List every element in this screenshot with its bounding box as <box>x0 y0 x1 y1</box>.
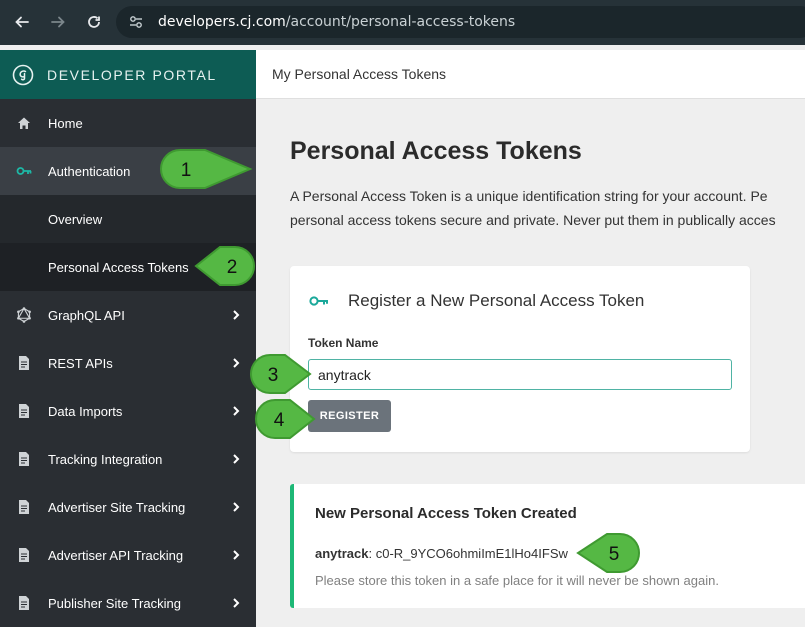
reload-button[interactable] <box>83 11 105 33</box>
reload-icon <box>88 16 100 28</box>
page-description-line: A Personal Access Token is a unique iden… <box>290 188 768 204</box>
sidebar-item-tracking-integration[interactable]: Tracking Integration <box>0 435 256 483</box>
page-title: Personal Access Tokens <box>290 137 582 165</box>
token-name-value: anytrack <box>315 546 369 561</box>
key-icon <box>309 296 328 306</box>
token-created-card: New Personal Access Token Created anytra… <box>290 484 805 608</box>
chevron-down-icon <box>232 168 242 175</box>
sidebar-item-advertiser-api-tracking[interactable]: Advertiser API Tracking <box>0 531 256 579</box>
token-name-input[interactable] <box>308 359 732 390</box>
sidebar-item-label: Advertiser API Tracking <box>48 547 184 563</box>
callout-4: 4 <box>274 410 285 431</box>
arrow-right-icon <box>51 16 65 28</box>
breadcrumb: My Personal Access Tokens <box>256 50 805 99</box>
sidebar-item-label: Overview <box>48 211 103 227</box>
token-value-row: anytrack: c0-R_9YCO6ohmiImE1lHo4IFSw <box>315 546 568 561</box>
token-name-label: Token Name <box>308 336 379 350</box>
url-text: developers.cj.com/account/personal-acces… <box>158 14 515 30</box>
sidebar-item-graphql-api[interactable]: GraphQL API <box>0 291 256 339</box>
graphql-icon <box>16 307 32 323</box>
sidebar-item-label: REST APIs <box>48 355 113 371</box>
page-description: A Personal Access Token is a unique iden… <box>290 184 805 232</box>
sidebar-item-authentication[interactable]: Authentication <box>0 147 256 195</box>
page-description-line: personal access tokens secure and privat… <box>290 212 776 228</box>
chevron-right-icon <box>233 310 240 320</box>
sidebar-item-overview[interactable]: Overview <box>0 195 256 243</box>
home-icon <box>16 115 32 131</box>
register-button[interactable]: REGISTER <box>308 400 391 432</box>
sidebar-item-data-imports[interactable]: Data Imports <box>0 387 256 435</box>
sidebar-item-label: Advertiser Site Tracking <box>48 499 186 515</box>
sidebar-item-publisher-site-tracking[interactable]: Publisher Site Tracking <box>0 579 256 627</box>
callout-3: 3 <box>268 365 279 386</box>
chevron-right-icon <box>233 454 240 464</box>
sidebar-item-label: Publisher Site Tracking <box>48 595 181 611</box>
chevron-right-icon <box>233 406 240 416</box>
chevron-right-icon <box>233 598 240 608</box>
document-icon <box>16 403 32 419</box>
site-settings-icon[interactable] <box>128 14 144 30</box>
document-icon <box>16 547 32 563</box>
document-icon <box>16 355 32 371</box>
sidebar-item-label: Personal Access Tokens <box>48 259 189 275</box>
sidebar-item-home[interactable]: Home <box>0 99 256 147</box>
cj-logo-icon <box>12 64 34 85</box>
arrow-left-icon <box>15 16 29 28</box>
forward-button[interactable] <box>47 11 69 33</box>
sidebar-item-label: Tracking Integration <box>48 451 163 467</box>
brand-header[interactable]: DEVELOPER PORTAL <box>0 50 256 99</box>
sidebar-item-rest-apis[interactable]: REST APIs <box>0 339 256 387</box>
sidebar-item-label: Data Imports <box>48 403 123 419</box>
sidebar-item-label: Home <box>48 115 83 131</box>
url-domain: developers.cj.com <box>158 14 286 30</box>
sidebar-item-label: Authentication <box>48 163 131 179</box>
register-card-title: Register a New Personal Access Token <box>348 291 645 310</box>
chevron-right-icon <box>233 502 240 512</box>
url-path: /account/personal-access-tokens <box>285 14 516 30</box>
chevron-right-icon <box>233 358 240 368</box>
register-card-header: Register a New Personal Access Token <box>308 290 644 312</box>
register-token-card: Register a New Personal Access Token Tok… <box>290 266 750 452</box>
document-icon <box>16 451 32 467</box>
sidebar-item-personal-access-tokens[interactable]: Personal Access Tokens <box>0 243 256 291</box>
token-value: : c0-R_9YCO6ohmiImE1lHo4IFSw <box>368 546 568 561</box>
back-button[interactable] <box>11 11 33 33</box>
browser-toolbar: developers.cj.com/account/personal-acces… <box>0 0 805 45</box>
token-note: Please store this token in a safe place … <box>315 573 719 588</box>
sidebar-item-label: GraphQL API <box>48 307 125 323</box>
key-icon <box>16 163 32 179</box>
brand-title: DEVELOPER PORTAL <box>47 66 217 83</box>
chevron-right-icon <box>233 550 240 560</box>
address-bar[interactable]: developers.cj.com/account/personal-acces… <box>116 6 805 38</box>
document-icon <box>16 499 32 515</box>
document-icon <box>16 595 32 611</box>
token-created-title: New Personal Access Token Created <box>315 505 577 522</box>
sidebar-item-advertiser-site-tracking[interactable]: Advertiser Site Tracking <box>0 483 256 531</box>
sidebar: DEVELOPER PORTAL Home Authentication Ove… <box>0 50 256 627</box>
breadcrumb-text: My Personal Access Tokens <box>272 66 447 82</box>
